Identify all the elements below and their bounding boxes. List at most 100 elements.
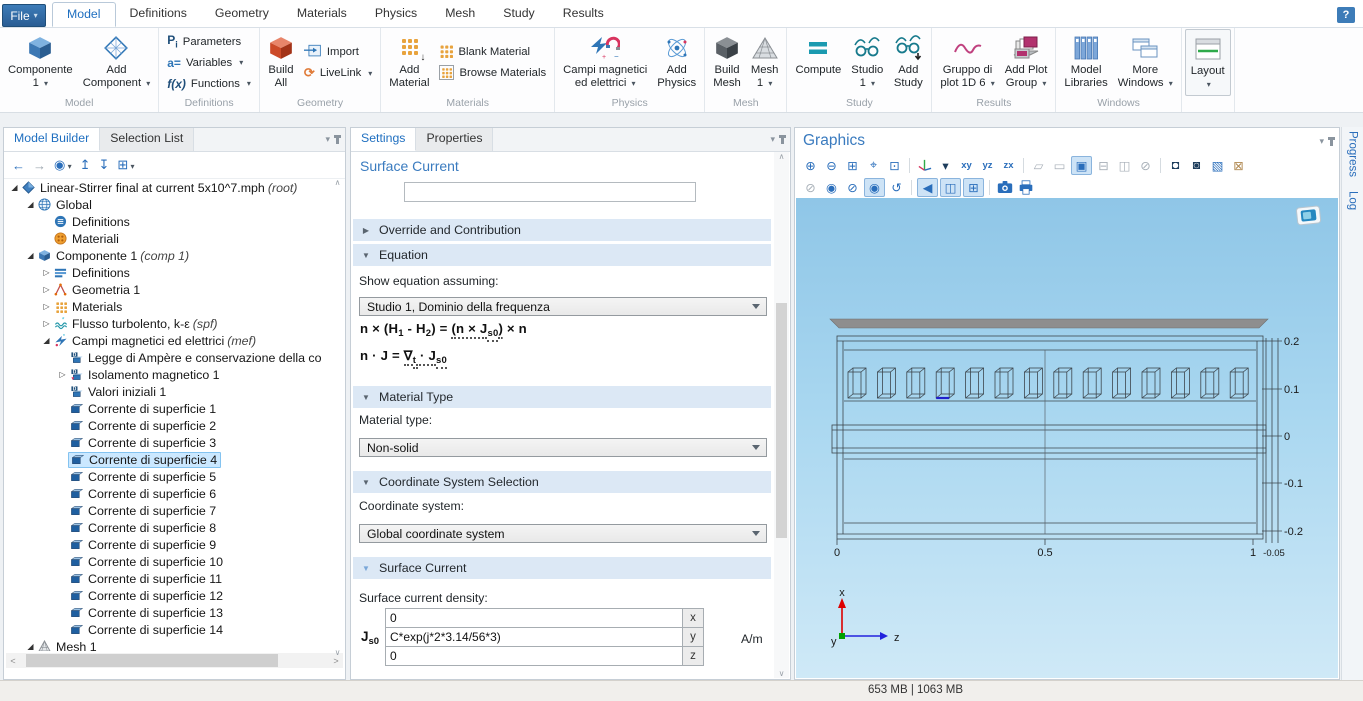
livelink-button[interactable]: ⟳LiveLink▾ bbox=[301, 64, 375, 82]
disable-view-icon[interactable]: ⊘ bbox=[1136, 157, 1155, 174]
tab-settings[interactable]: Settings bbox=[351, 128, 416, 151]
js0-y-field[interactable] bbox=[386, 628, 682, 646]
hide-objects-icon[interactable]: ⊘ bbox=[801, 179, 820, 196]
collapsed-icon[interactable]: ▷ bbox=[40, 302, 53, 311]
expand-all-icon[interactable]: ↧ bbox=[99, 157, 110, 173]
tree-node-materials[interactable]: ▷Materials bbox=[4, 298, 345, 315]
add-physics-button[interactable]: AddPhysics bbox=[652, 29, 701, 96]
expanded-icon[interactable]: ◢ bbox=[24, 251, 37, 260]
tab-log[interactable]: Log bbox=[1347, 191, 1359, 210]
orientation-caret-icon[interactable]: ▾ bbox=[936, 157, 955, 174]
tree-node-materiali[interactable]: Materiali bbox=[4, 230, 345, 247]
tree-node-legge-di-amp-re-e-conservazione-della-co[interactable]: DLegge di Ampère e conservazione della c… bbox=[4, 349, 345, 366]
chevron-down-icon[interactable]: ▾ bbox=[325, 134, 330, 145]
model-tree-settings-icon[interactable]: ⊞ ▾ bbox=[117, 157, 134, 173]
expanded-icon[interactable]: ◢ bbox=[40, 336, 53, 345]
menu-tab-results[interactable]: Results bbox=[549, 2, 618, 27]
tree-node-definitions[interactable]: ▷Definitions bbox=[4, 264, 345, 281]
menu-tab-study[interactable]: Study bbox=[489, 2, 548, 27]
tree-node-definitions[interactable]: Definitions bbox=[4, 213, 345, 230]
record-image-icon[interactable]: ◘ bbox=[1166, 157, 1185, 174]
section-override-contribution[interactable]: ▶ Override and Contribution bbox=[353, 219, 771, 241]
xy-view-icon[interactable]: xy bbox=[957, 157, 976, 174]
tab-properties[interactable]: Properties bbox=[416, 128, 493, 151]
zoom-extents-icon[interactable]: ⌖ bbox=[864, 157, 883, 174]
tree-node-corrente-di-superficie-8[interactable]: Corrente di superficie 8 bbox=[4, 519, 345, 536]
model-libraries-button[interactable]: ModelLibraries bbox=[1059, 29, 1112, 96]
vertical-scrollbar[interactable]: ∧∨ bbox=[331, 178, 344, 657]
expanded-icon[interactable]: ◢ bbox=[24, 200, 37, 209]
section-material-type[interactable]: ▼ Material Type bbox=[353, 386, 771, 408]
menu-tab-geometry[interactable]: Geometry bbox=[201, 2, 283, 27]
forward-icon[interactable]: → bbox=[33, 158, 46, 173]
scroll-left-icon[interactable]: < bbox=[6, 656, 20, 666]
tree-node-linear-stirrer-final-at-current-5x10-7-m[interactable]: ◢Linear-Stirrer final at current 5x10^7.… bbox=[4, 179, 345, 196]
record-animation-icon[interactable]: ◙ bbox=[1187, 157, 1206, 174]
print-icon[interactable] bbox=[1016, 179, 1035, 196]
reset-view-icon[interactable]: ↺ bbox=[887, 179, 906, 196]
snapshot-camera-icon[interactable] bbox=[995, 179, 1014, 196]
expanded-icon[interactable]: ◢ bbox=[8, 183, 21, 192]
zoom-to-selection-icon[interactable]: ⊡ bbox=[885, 157, 904, 174]
chevron-down-icon[interactable]: ▾ bbox=[770, 134, 775, 145]
section-coordinate-system[interactable]: ▼ Coordinate System Selection bbox=[353, 471, 771, 493]
tree-node-componente-1[interactable]: ◢Componente 1(comp 1) bbox=[4, 247, 345, 264]
tree-node-corrente-di-superficie-14[interactable]: Corrente di superficie 14 bbox=[4, 621, 345, 638]
layout-button[interactable]: Layout▾ bbox=[1185, 29, 1231, 96]
vertical-scrollbar[interactable]: ∧ ∨ bbox=[774, 152, 789, 678]
build-all-button[interactable]: BuildAll bbox=[263, 29, 299, 96]
tree-node-flusso-turbolento-k[interactable]: ▷*Flusso turbolento, k-ε(spf) bbox=[4, 315, 345, 332]
add-component-button[interactable]: AddComponent ▾ bbox=[78, 29, 156, 96]
menu-tab-model[interactable]: Model bbox=[52, 2, 116, 27]
expanded-icon[interactable]: ◢ bbox=[24, 642, 37, 651]
audio-icon[interactable]: ◀ bbox=[917, 178, 938, 197]
tree-node-geometria-1[interactable]: ▷Geometria 1 bbox=[4, 281, 345, 298]
show-eye-icon[interactable]: ◉ ▾ bbox=[54, 157, 72, 173]
parameters-button[interactable]: PiParameters bbox=[164, 33, 254, 51]
add-plot-group-button[interactable]: Add PlotGroup ▾ bbox=[1000, 29, 1053, 96]
campi-magnetici-button[interactable]: +−Campi magneticied elettrici ▾ bbox=[558, 29, 652, 96]
coordinate-system-select[interactable]: Global coordinate system bbox=[359, 524, 767, 543]
collapsed-icon[interactable]: ▷ bbox=[40, 285, 53, 294]
js0-x-field[interactable] bbox=[386, 609, 682, 627]
tree-node-isolamento-magnetico-1[interactable]: ▷DIsolamento magnetico 1 bbox=[4, 366, 345, 383]
show-all-icon[interactable]: ◉ bbox=[822, 179, 841, 196]
single-view-icon[interactable]: ▭ bbox=[1050, 157, 1069, 174]
variables-button[interactable]: a=Variables▾ bbox=[164, 54, 254, 72]
tree-node-corrente-di-superficie-13[interactable]: Corrente di superficie 13 bbox=[4, 604, 345, 621]
scrollbar-thumb[interactable] bbox=[776, 303, 787, 538]
back-icon[interactable]: ← bbox=[12, 158, 25, 173]
zoom-box-icon[interactable]: ⊞ bbox=[843, 157, 862, 174]
copy-scene-icon[interactable]: ▱ bbox=[1029, 157, 1048, 174]
scrolled-text-field[interactable] bbox=[404, 182, 696, 202]
tree-node-corrente-di-superficie-11[interactable]: Corrente di superficie 11 bbox=[4, 570, 345, 587]
blank-material-button[interactable]: Blank Material bbox=[436, 43, 549, 61]
pin-icon[interactable] bbox=[336, 135, 339, 144]
build-mesh-button[interactable]: BuildMesh bbox=[708, 29, 746, 96]
pin-icon[interactable] bbox=[1330, 137, 1333, 146]
collapsed-icon[interactable]: ▷ bbox=[56, 370, 69, 379]
tab-selection-list[interactable]: Selection List bbox=[100, 128, 194, 151]
transparency-icon[interactable]: ◫ bbox=[940, 178, 961, 197]
compute-button[interactable]: Compute bbox=[790, 29, 846, 96]
tab-model-builder[interactable]: Model Builder bbox=[4, 128, 100, 151]
menu-tab-materials[interactable]: Materials bbox=[283, 2, 361, 27]
chevron-down-icon[interactable]: ▾ bbox=[1319, 136, 1324, 147]
tree-node-corrente-di-superficie-1[interactable]: Corrente di superficie 1 bbox=[4, 400, 345, 417]
tree-node-corrente-di-superficie-6[interactable]: Corrente di superficie 6 bbox=[4, 485, 345, 502]
show-selection-icon[interactable]: ◉ bbox=[864, 178, 885, 197]
help-button[interactable]: ? bbox=[1337, 7, 1355, 23]
import-button[interactable]: Import bbox=[301, 43, 375, 61]
functions-button[interactable]: f(x)Functions▾ bbox=[164, 75, 254, 93]
tab-progress[interactable]: Progress bbox=[1347, 131, 1359, 177]
tree-node-global[interactable]: ◢Global bbox=[4, 196, 345, 213]
split-horizontal-icon[interactable]: ⊟ bbox=[1094, 157, 1113, 174]
equation-assumption-select[interactable]: Studio 1, Dominio della frequenza bbox=[359, 297, 767, 316]
clear-selection-icon[interactable]: ⊠ bbox=[1229, 157, 1248, 174]
tree-node-corrente-di-superficie-2[interactable]: Corrente di superficie 2 bbox=[4, 417, 345, 434]
tree-node-corrente-di-superficie-4[interactable]: Corrente di superficie 4 bbox=[4, 451, 345, 468]
tree-node-corrente-di-superficie-3[interactable]: Corrente di superficie 3 bbox=[4, 434, 345, 451]
hide-selection-icon[interactable]: ⊘ bbox=[843, 179, 862, 196]
split-vertical-icon[interactable]: ◫ bbox=[1115, 157, 1134, 174]
material-type-select[interactable]: Non-solid bbox=[359, 438, 767, 457]
